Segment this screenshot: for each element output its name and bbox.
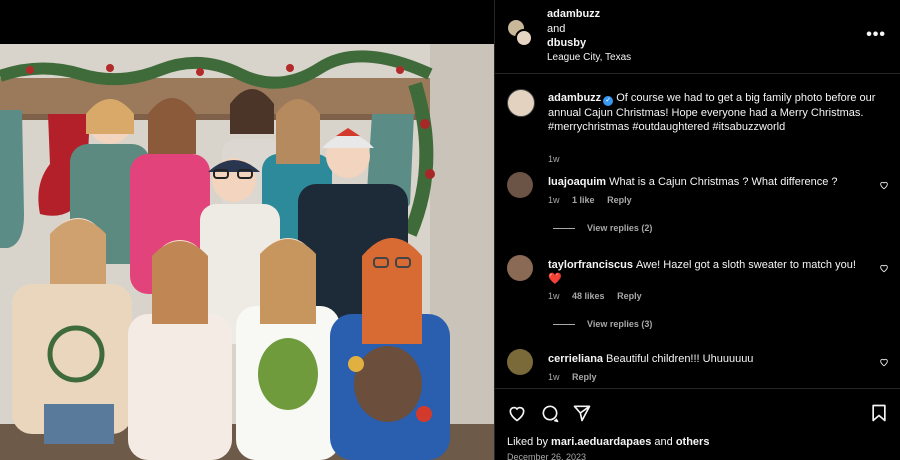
location-link[interactable]: League City, Texas bbox=[547, 52, 631, 63]
comment-username[interactable]: luajoaquim bbox=[548, 176, 606, 188]
comment-like-heart-icon[interactable] bbox=[879, 357, 889, 367]
share-icon[interactable] bbox=[572, 403, 592, 423]
view-replies-button[interactable]: View replies (2) bbox=[553, 223, 652, 233]
more-options-icon[interactable]: ••• bbox=[866, 26, 886, 44]
comment-likes[interactable]: 1 like bbox=[572, 195, 595, 205]
caption-username[interactable]: adambuzz bbox=[548, 92, 601, 104]
reply-button[interactable]: Reply bbox=[617, 291, 642, 301]
comment-body: Awe! Hazel got a sloth sweater to match … bbox=[635, 259, 856, 271]
avatar[interactable] bbox=[507, 349, 533, 375]
liked-by-prefix: Liked by bbox=[507, 436, 548, 448]
verified-badge-icon: ✓ bbox=[603, 96, 614, 106]
comment-timestamp[interactable]: 1w bbox=[548, 372, 560, 382]
reply-button[interactable]: Reply bbox=[607, 195, 632, 205]
avatar[interactable] bbox=[507, 255, 533, 281]
heart-icon[interactable] bbox=[507, 403, 527, 423]
avatar[interactable] bbox=[515, 29, 533, 47]
view-replies-button[interactable]: View replies (3) bbox=[553, 319, 652, 329]
photo-illustration bbox=[0, 44, 494, 460]
comment-meta: 1w 48 likes Reply bbox=[548, 291, 652, 301]
reply-button[interactable]: Reply bbox=[572, 372, 597, 382]
red-heart-emoji: ❤️ bbox=[548, 273, 562, 285]
comment-meta: 1w 1 like Reply bbox=[548, 195, 642, 205]
comment-icon[interactable] bbox=[540, 403, 560, 423]
avatar[interactable] bbox=[507, 89, 535, 117]
comment-text: luajoaquim What is a Cajun Christmas ? Wh… bbox=[548, 175, 868, 189]
post-media-pane bbox=[0, 0, 494, 460]
comment-text: cerrieliana Beautiful children!!! Uhuuuuu… bbox=[548, 352, 868, 366]
comment-likes[interactable]: 48 likes bbox=[572, 291, 605, 301]
liked-by-others[interactable]: others bbox=[676, 436, 710, 448]
comment-like-heart-icon[interactable] bbox=[879, 180, 889, 190]
post-header: adambuzz and dbusby League City, Texas •… bbox=[495, 0, 900, 74]
comment-timestamp[interactable]: 1w bbox=[548, 291, 560, 301]
and-text: and bbox=[547, 23, 566, 35]
author-username[interactable]: adambuzz bbox=[547, 8, 600, 20]
comment-body: Beautiful children!!! Uhuuuuuu bbox=[606, 353, 754, 365]
comment-meta: 1w Reply bbox=[548, 372, 607, 382]
comment-text: taylorfranciscus Awe! Hazel got a sloth s… bbox=[548, 258, 868, 286]
liked-by-user[interactable]: mari.aeduardapaes bbox=[551, 436, 651, 448]
caption-text: adambuzz ✓ Of course we had to get a big f… bbox=[548, 91, 888, 134]
post-date: December 26, 2023 bbox=[507, 452, 587, 460]
collaborator-username[interactable]: dbusby bbox=[547, 37, 586, 49]
comment-username[interactable]: taylorfranciscus bbox=[548, 259, 633, 271]
collab-avatars[interactable] bbox=[507, 19, 533, 49]
liked-by-and: and bbox=[654, 436, 673, 448]
bookmark-icon[interactable] bbox=[869, 403, 889, 423]
comment-like-heart-icon[interactable] bbox=[879, 263, 889, 273]
post-actions-bar bbox=[495, 388, 900, 436]
family-christmas-photo[interactable] bbox=[0, 44, 494, 460]
caption-timestamp[interactable]: 1w bbox=[548, 154, 560, 164]
comment-body: What is a Cajun Christmas ? What differe… bbox=[609, 176, 838, 188]
comment-username[interactable]: cerrieliana bbox=[548, 353, 603, 365]
comment-timestamp[interactable]: 1w bbox=[548, 195, 560, 205]
comments-section: adambuzz ✓ Of course we had to get a big f… bbox=[495, 75, 900, 387]
post-sidebar: adambuzz and dbusby League City, Texas •… bbox=[494, 0, 900, 460]
avatar[interactable] bbox=[507, 172, 533, 198]
liked-by-line: Liked by mari.aeduardapaes and others bbox=[507, 436, 709, 448]
